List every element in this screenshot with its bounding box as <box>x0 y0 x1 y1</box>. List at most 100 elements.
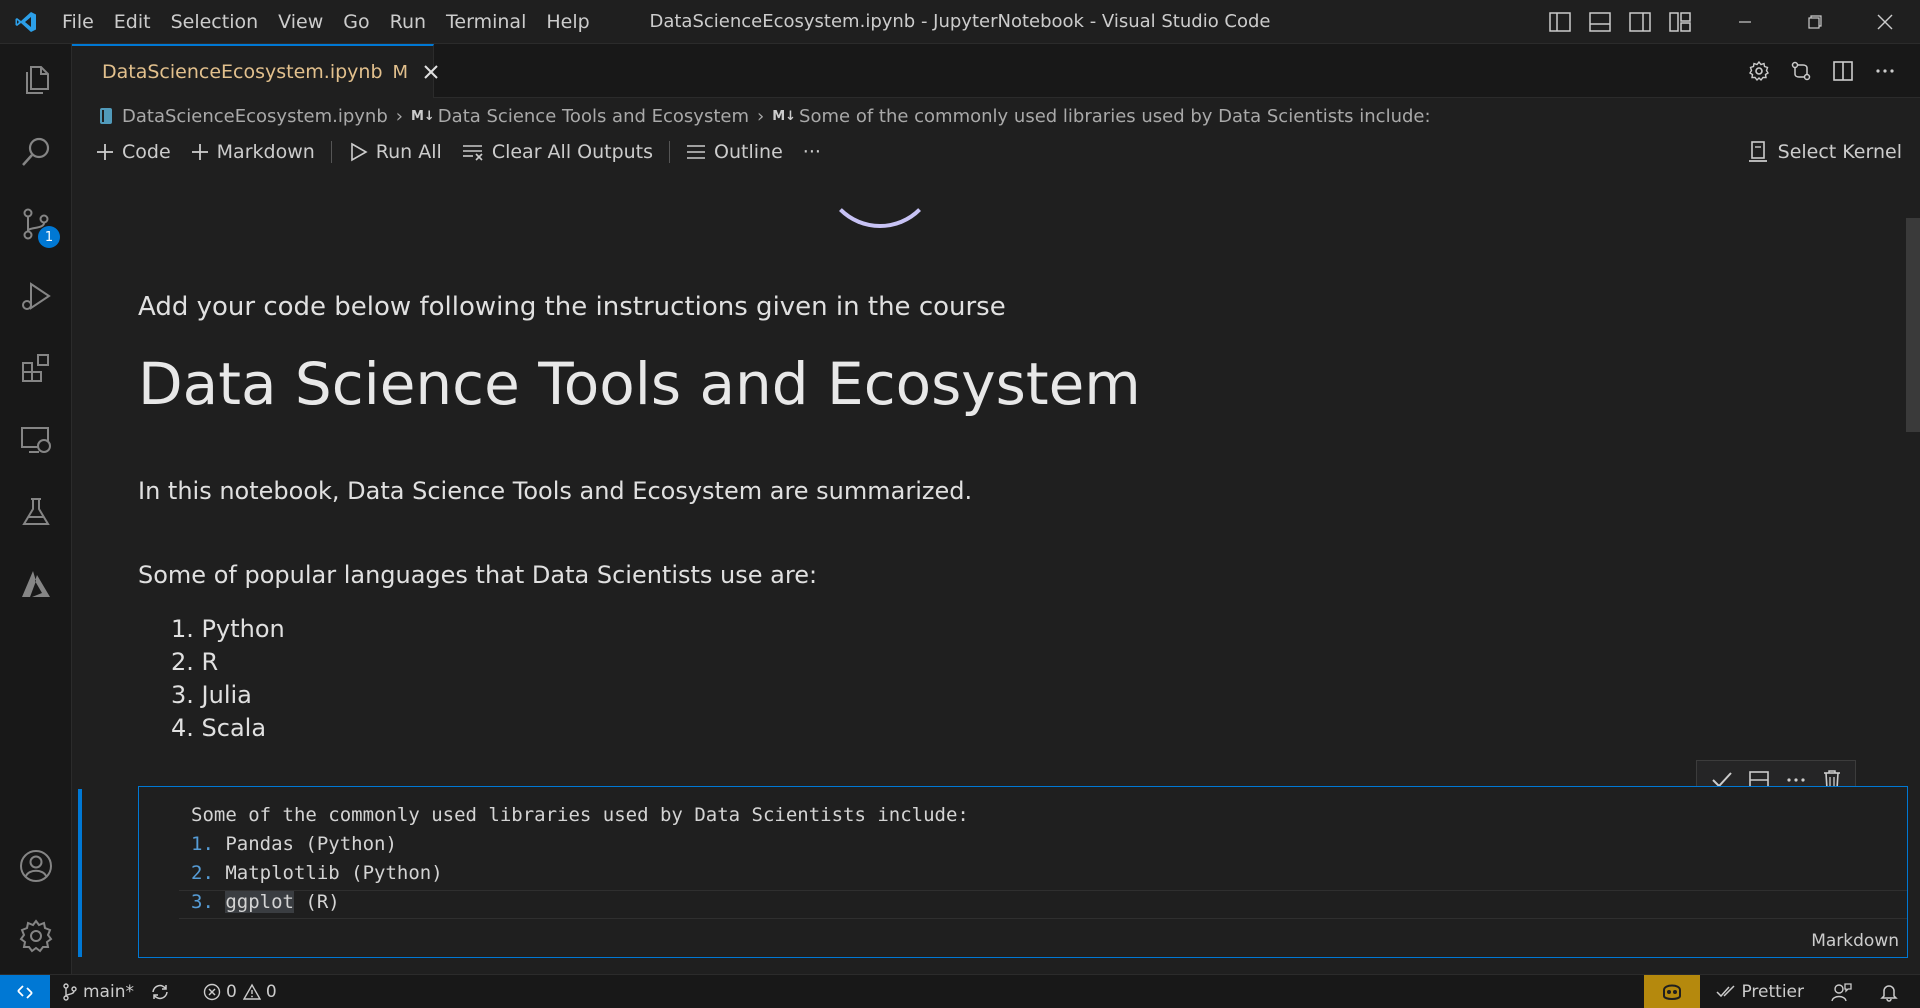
notebook-toolbar: Code Markdown Run All Clear All Outputs … <box>86 134 1920 170</box>
open-changes-icon[interactable] <box>1782 52 1820 90</box>
kernel-icon <box>1748 141 1767 162</box>
select-kernel-label: Select Kernel <box>1777 141 1902 163</box>
clear-all-icon <box>462 145 483 161</box>
restore-icon[interactable] <box>1780 0 1850 44</box>
problems-status[interactable]: 0 0 <box>195 975 285 1008</box>
select-kernel-button[interactable]: Select Kernel <box>1748 134 1902 170</box>
remote-indicator-icon[interactable] <box>0 974 50 1008</box>
add-code-label: Code <box>122 141 171 163</box>
warning-count: 0 <box>265 981 277 1002</box>
code-line: Matplotlib (Python) <box>225 862 443 884</box>
remote-explorer-icon[interactable] <box>0 404 72 476</box>
toolbar-divider <box>669 141 671 163</box>
accounts-icon[interactable] <box>0 830 72 902</box>
list-item: 1. Python <box>171 615 285 643</box>
word-highlight: ggplot <box>225 891 294 913</box>
tab-notebook[interactable]: DataScienceEcosystem.ipynb M <box>72 44 438 98</box>
feedback-icon[interactable] <box>1822 975 1865 1008</box>
clear-all-outputs-button[interactable]: Clear All Outputs <box>452 136 663 168</box>
title-bar: File Edit Selection View Go Run Terminal… <box>0 0 1920 44</box>
title-bar-controls <box>1540 0 1920 44</box>
error-count: 0 <box>225 981 237 1002</box>
copilot-icon[interactable] <box>1644 975 1701 1008</box>
languages-list: 1. Python 2. R 3. Julia 4. Scala <box>138 613 285 745</box>
menu-terminal[interactable]: Terminal <box>436 0 536 44</box>
customize-layout-icon[interactable] <box>1660 0 1700 44</box>
explorer-icon[interactable] <box>0 44 72 116</box>
branch-status[interactable]: main* <box>54 975 142 1008</box>
azure-icon[interactable] <box>0 548 72 620</box>
markdown-summary: In this notebook, Data Science Tools and… <box>138 477 973 505</box>
markdown-icon: M↓ <box>772 108 797 124</box>
tab-bar: DataScienceEcosystem.ipynb M <box>72 44 1920 98</box>
cell-source[interactable]: Some of the commonly used libraries used… <box>191 801 969 917</box>
menu-bar: File Edit Selection View Go Run Terminal… <box>52 0 600 44</box>
cell-focus-indicator <box>78 789 82 957</box>
chevron-right-icon: › <box>395 105 403 127</box>
minimize-icon[interactable] <box>1710 0 1780 44</box>
breadcrumb-cell[interactable]: Some of the commonly used libraries used… <box>799 106 1431 127</box>
status-bar: main* 0 0 Prettier <box>0 974 1920 1008</box>
more-label: ··· <box>802 141 821 163</box>
add-markdown-cell-button[interactable]: Markdown <box>181 136 325 168</box>
plus-icon <box>97 144 113 160</box>
list-number: 1. <box>191 833 214 855</box>
toolbar-more-button[interactable]: ··· <box>793 136 831 168</box>
notebook-file-icon <box>100 108 112 124</box>
notebook-settings-icon[interactable] <box>1740 52 1778 90</box>
toggle-primary-sidebar-icon[interactable] <box>1540 0 1580 44</box>
search-icon[interactable] <box>0 116 72 188</box>
list-number: 3. <box>191 891 214 913</box>
markdown-cell-editor[interactable]: Some of the commonly used libraries used… <box>138 786 1908 958</box>
breadcrumb-file[interactable]: DataScienceEcosystem.ipynb <box>122 106 388 127</box>
toggle-panel-icon[interactable] <box>1580 0 1620 44</box>
menu-selection[interactable]: Selection <box>161 0 269 44</box>
branch-name: main* <box>83 981 134 1002</box>
code-line: Some of the commonly used libraries used… <box>191 804 969 826</box>
tab-label: DataScienceEcosystem.ipynb <box>102 61 383 83</box>
editor-actions <box>1740 44 1904 98</box>
settings-gear-icon[interactable] <box>0 900 72 972</box>
close-window-icon[interactable] <box>1850 0 1920 44</box>
plus-icon <box>191 144 208 160</box>
menu-run[interactable]: Run <box>380 0 436 44</box>
menu-view[interactable]: View <box>268 0 333 44</box>
prettier-status[interactable]: Prettier <box>1708 975 1812 1008</box>
testing-icon[interactable] <box>0 476 72 548</box>
split-editor-icon[interactable] <box>1824 52 1862 90</box>
double-check-icon <box>1716 985 1735 998</box>
list-number: 2. <box>191 862 214 884</box>
vertical-scrollbar[interactable] <box>1906 218 1920 432</box>
add-code-cell-button[interactable]: Code <box>86 136 181 168</box>
chevron-right-icon: › <box>757 105 765 127</box>
breadcrumb-section[interactable]: Data Science Tools and Ecosystem <box>438 106 749 127</box>
notebook-body: Add your code below following the instru… <box>72 172 1920 974</box>
menu-file[interactable]: File <box>52 0 104 44</box>
run-all-label: Run All <box>375 141 442 163</box>
markdown-heading: Data Science Tools and Ecosystem <box>138 350 1141 418</box>
status-bar-right: Prettier <box>1644 975 1920 1008</box>
source-control-icon[interactable]: 1 <box>0 188 72 260</box>
toolbar-divider <box>330 141 332 163</box>
outline-button[interactable]: Outline <box>676 136 793 168</box>
menu-go[interactable]: Go <box>333 0 379 44</box>
notifications-bell-icon[interactable] <box>1871 975 1912 1008</box>
source-control-badge: 1 <box>38 226 60 248</box>
branch-icon <box>63 982 77 1001</box>
clear-all-outputs-label: Clear All Outputs <box>491 141 654 163</box>
more-actions-icon[interactable] <box>1866 52 1904 90</box>
menu-help[interactable]: Help <box>536 0 599 44</box>
code-line: (R) <box>293 891 340 913</box>
extensions-icon[interactable] <box>0 332 72 404</box>
toggle-secondary-sidebar-icon[interactable] <box>1620 0 1660 44</box>
menu-edit[interactable]: Edit <box>104 0 161 44</box>
sync-icon[interactable] <box>142 975 183 1008</box>
run-debug-icon[interactable] <box>0 260 72 332</box>
run-all-button[interactable]: Run All <box>338 136 452 168</box>
close-tab-icon[interactable] <box>424 61 438 83</box>
markdown-icon: M↓ <box>410 108 435 124</box>
warning-icon <box>242 983 261 1000</box>
markdown-languages-intro: Some of popular languages that Data Scie… <box>138 561 818 589</box>
cell-language-indicator[interactable]: Markdown <box>1811 931 1899 951</box>
outline-label: Outline <box>714 141 783 163</box>
